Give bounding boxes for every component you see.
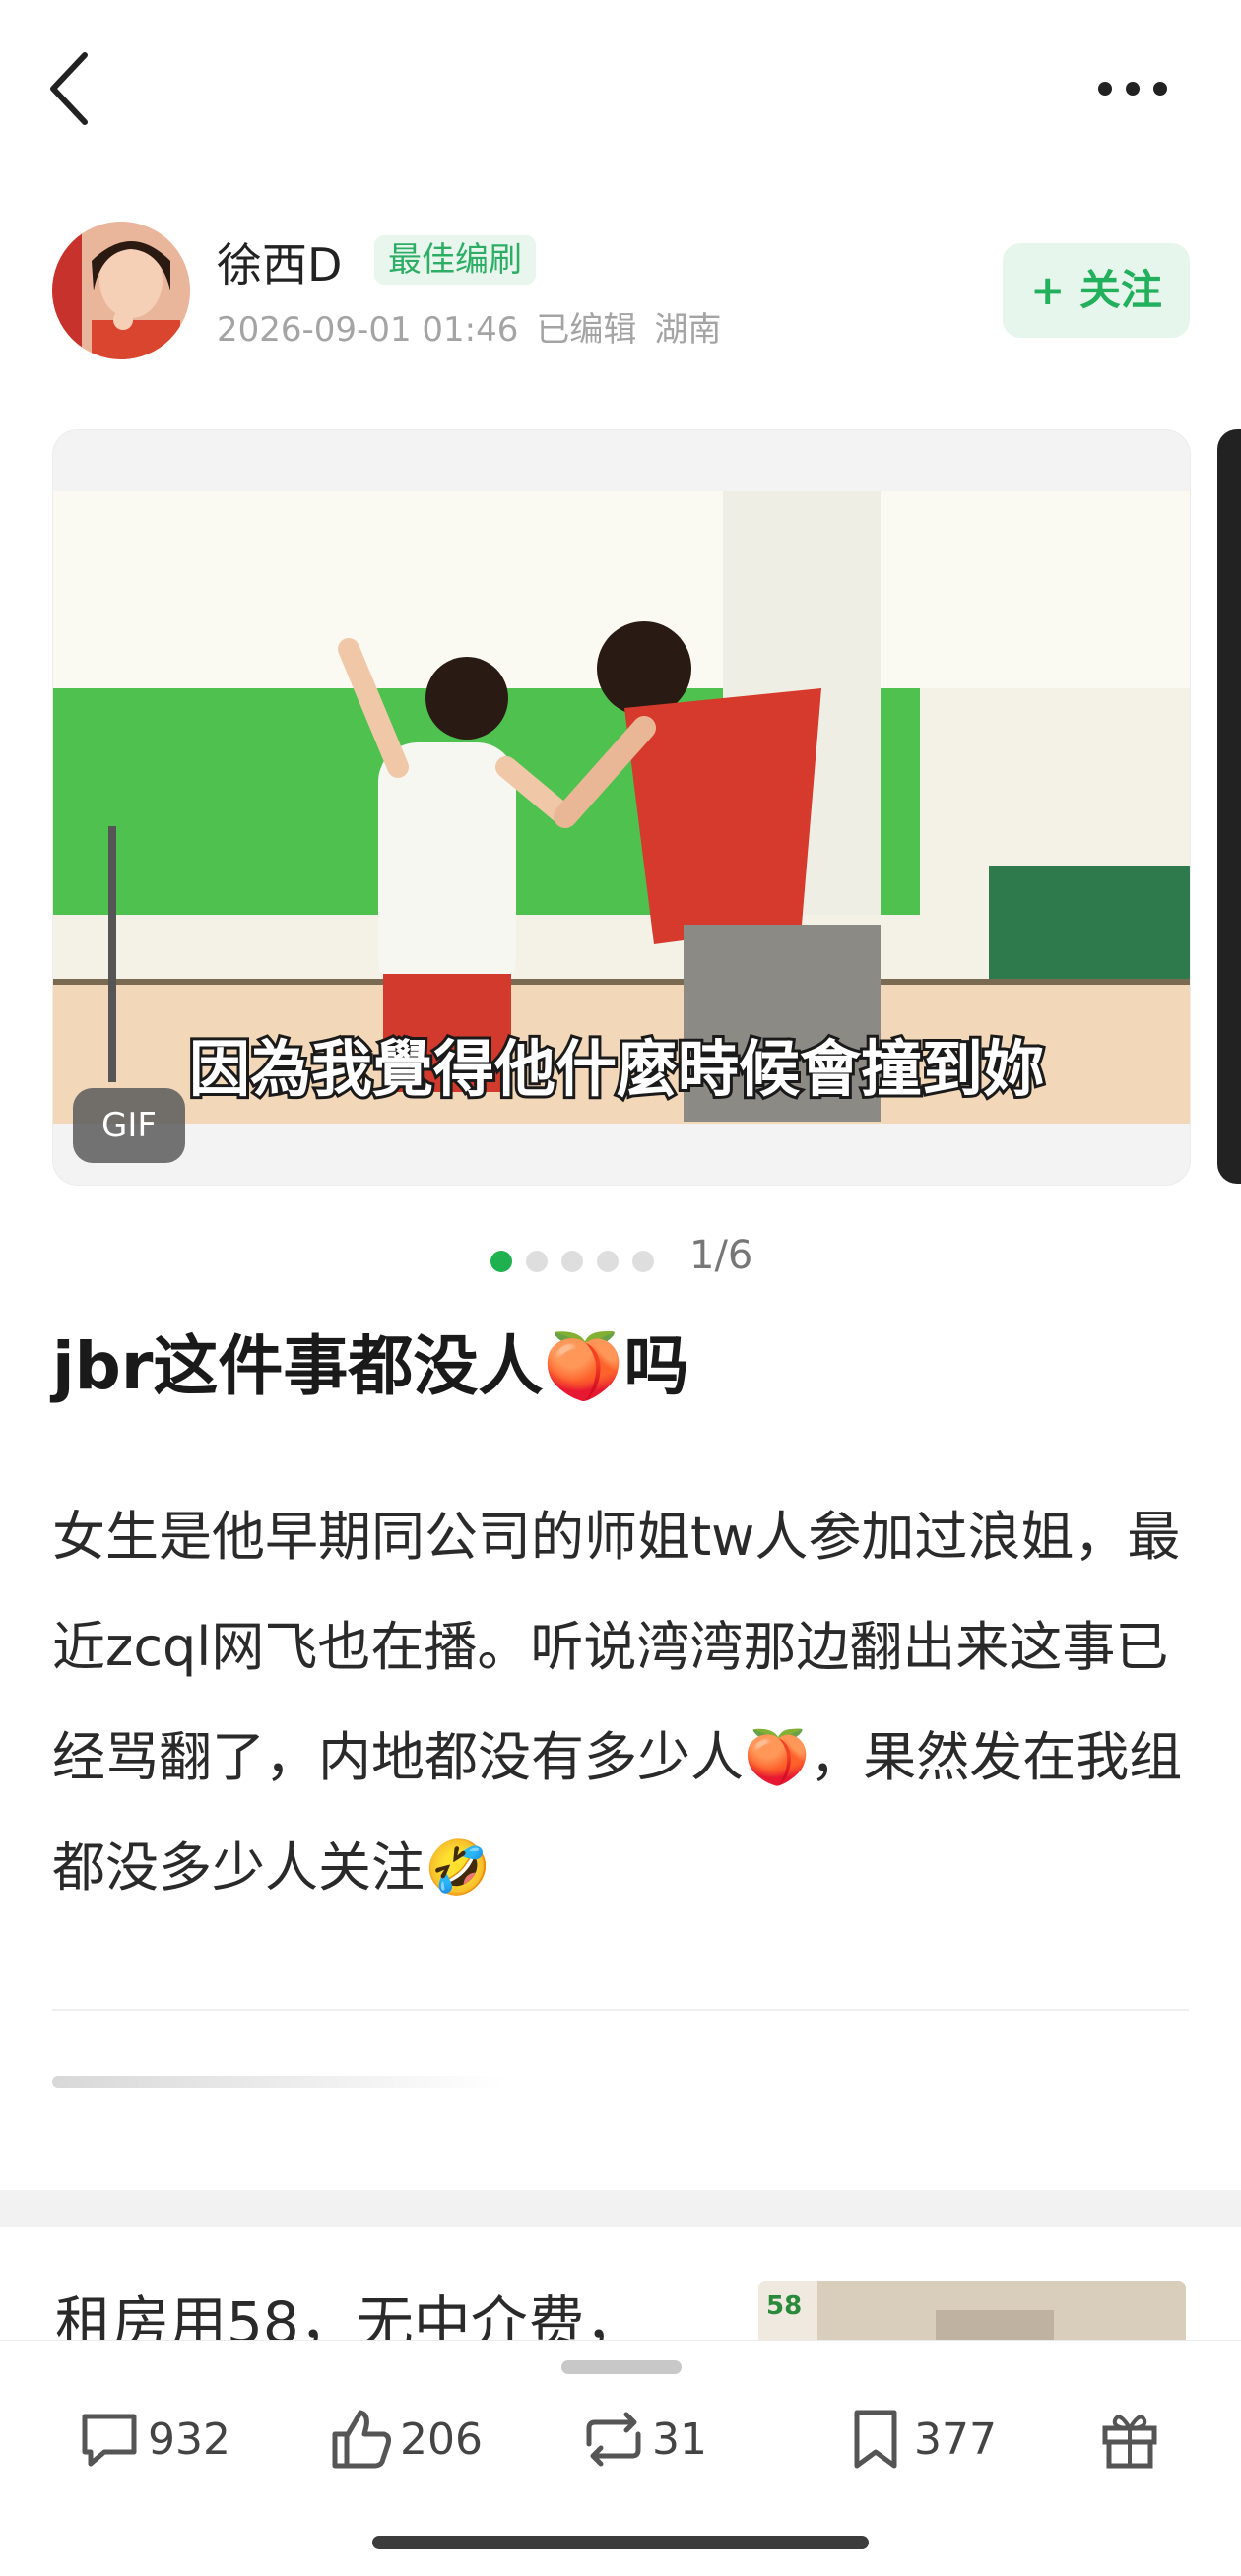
post-location: 湖南 xyxy=(654,310,722,350)
media-card[interactable]: 因為我覺得他什麼時候會撞到妳 GIF xyxy=(52,429,1191,1186)
page-indicator: 1/6 xyxy=(689,1233,753,1278)
divider xyxy=(52,2009,1189,2011)
gif-image: 因為我覺得他什麼時候會撞到妳 xyxy=(53,491,1190,1124)
post-meta: 2026-09-01 01:46 已编辑 湖南 xyxy=(217,302,739,351)
pager-dot xyxy=(632,1251,654,1272)
ad-thumb-logo: 58 xyxy=(766,2291,802,2321)
pager-dot xyxy=(490,1251,512,1272)
comment-button[interactable]: 932 xyxy=(75,2390,230,2488)
pager-dot xyxy=(561,1251,583,1272)
back-icon[interactable] xyxy=(47,49,91,128)
post-title: jbr这件事都没人🍑吗 xyxy=(52,1328,689,1404)
bottom-action-bar: 932 206 31 377 xyxy=(0,2340,1241,2576)
gif-subtitle: 因為我覺得他什麼時候會撞到妳 xyxy=(189,1033,1044,1105)
pager-dot xyxy=(597,1251,619,1272)
gif-badge: GIF xyxy=(73,1088,185,1163)
more-icon[interactable] xyxy=(1093,69,1172,108)
follow-button[interactable]: + 关注 xyxy=(1003,243,1190,338)
bookmark-icon xyxy=(854,2410,897,2469)
edited-label: 已编辑 xyxy=(536,310,637,350)
avatar[interactable] xyxy=(52,222,190,359)
favorite-count: 377 xyxy=(914,2414,997,2465)
next-image-peek[interactable] xyxy=(1217,429,1241,1184)
repost-icon xyxy=(586,2412,641,2467)
post-time: 2026-09-01 01:46 xyxy=(217,310,519,350)
author-name[interactable]: 徐西D xyxy=(217,229,342,294)
gift-icon xyxy=(1102,2415,1157,2469)
post-body: 女生是他早期同公司的师姐tw人参加过浪姐，最近zcql网飞也在播。听说湾湾那边翻… xyxy=(52,1506,1183,1899)
loading-placeholder xyxy=(52,2076,505,2088)
author-badge: 最佳编刷 xyxy=(374,235,536,285)
pager-dot xyxy=(526,1251,548,1272)
home-indicator xyxy=(372,2536,869,2549)
gift-button[interactable] xyxy=(1095,2390,1164,2488)
like-count: 206 xyxy=(400,2414,483,2465)
comment-count: 932 xyxy=(148,2414,230,2465)
thumbs-up-icon xyxy=(332,2410,391,2469)
repost-button[interactable]: 31 xyxy=(579,2390,707,2488)
favorite-button[interactable]: 377 xyxy=(841,2390,997,2488)
repost-count: 31 xyxy=(652,2414,707,2465)
top-bar xyxy=(0,0,1241,167)
comment-icon xyxy=(82,2414,137,2467)
author-row: 徐西D 最佳编刷 2026-09-01 01:46 已编辑 湖南 + 关注 xyxy=(0,212,1241,369)
section-separator xyxy=(0,2190,1241,2227)
drag-handle[interactable] xyxy=(561,2360,682,2374)
like-button[interactable]: 206 xyxy=(327,2390,483,2488)
